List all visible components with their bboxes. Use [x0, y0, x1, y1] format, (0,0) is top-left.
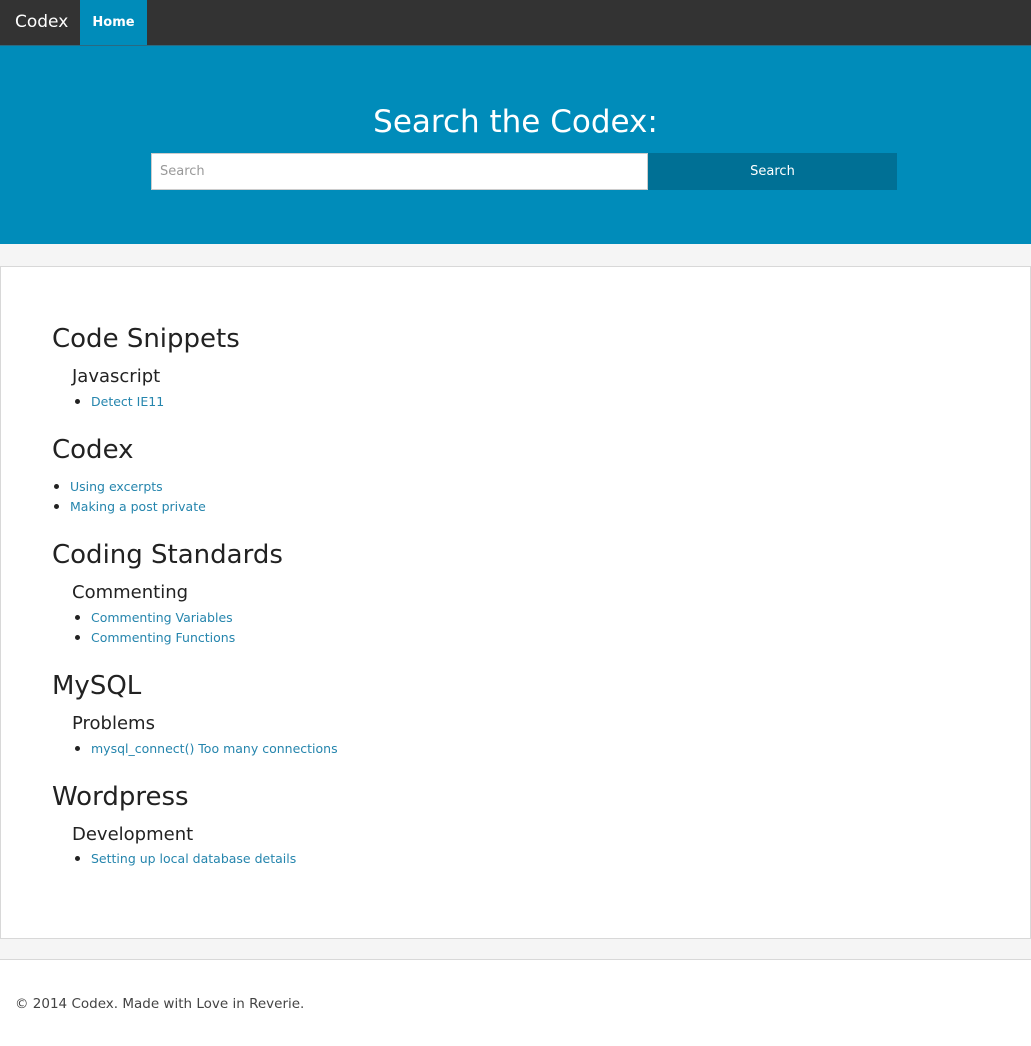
section-title-code-snippets: Code Snippets [52, 324, 240, 354]
list-item: Making a post private [54, 499, 206, 514]
footer-copyright: © 2014 Codex. Made with Love in Reverie. [15, 996, 305, 1012]
section-title-wordpress: Wordpress [52, 782, 189, 812]
link-mysql-connect[interactable]: mysql_connect() Too many connections [91, 741, 338, 756]
top-nav-bar: Codex Home [0, 0, 1031, 45]
link-detect-ie11[interactable]: Detect IE11 [91, 394, 164, 409]
search-input[interactable] [151, 153, 648, 190]
subsection-title-problems: Problems [72, 713, 155, 734]
bullet-icon [75, 746, 80, 751]
list-item: Setting up local database details [75, 851, 296, 866]
bullet-icon [75, 856, 80, 861]
brand-logo[interactable]: Codex [15, 0, 68, 45]
content-panel: Code Snippets Javascript Detect IE11 Cod… [0, 266, 1031, 939]
link-using-excerpts[interactable]: Using excerpts [70, 479, 163, 494]
section-title-codex: Codex [52, 435, 134, 465]
subsection-title-commenting: Commenting [72, 582, 189, 603]
subsection-title-javascript: Javascript [72, 366, 161, 387]
list-item: Detect IE11 [75, 394, 164, 409]
bullet-icon [75, 399, 80, 404]
search-button[interactable]: Search [648, 153, 897, 190]
list-item: mysql_connect() Too many connections [75, 741, 338, 756]
section-title-coding-standards: Coding Standards [52, 540, 283, 570]
list-item: Commenting Functions [75, 630, 235, 645]
nav-home-link[interactable]: Home [80, 0, 147, 45]
subsection-title-development: Development [72, 824, 194, 845]
section-title-mysql: MySQL [52, 671, 142, 701]
link-commenting-variables[interactable]: Commenting Variables [91, 610, 233, 625]
bullet-icon [75, 615, 80, 620]
hero-title: Search the Codex: [373, 104, 658, 140]
bullet-icon [54, 504, 59, 509]
footer-divider [0, 959, 1031, 960]
search-hero: Search the Codex: Search [0, 45, 1031, 244]
list-item: Commenting Variables [75, 610, 233, 625]
link-commenting-functions[interactable]: Commenting Functions [91, 630, 235, 645]
link-making-post-private[interactable]: Making a post private [70, 499, 206, 514]
list-item: Using excerpts [54, 479, 163, 494]
link-local-database[interactable]: Setting up local database details [91, 851, 296, 866]
bullet-icon [75, 635, 80, 640]
bullet-icon [54, 484, 59, 489]
